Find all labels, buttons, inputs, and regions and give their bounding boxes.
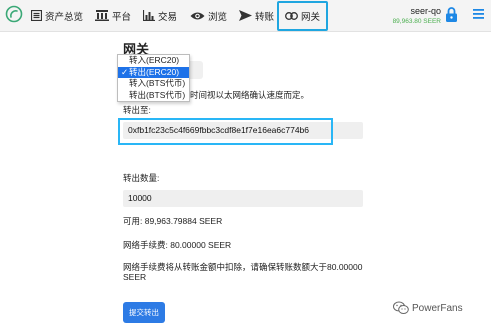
watermark: PowerFans (393, 301, 463, 315)
dropdown-option-withdraw-erc20[interactable]: ✓ 转出(ERC20) (118, 66, 189, 78)
gateway-type-dropdown[interactable]: 转入(ERC20) ✓ 转出(ERC20) 转入(BTS代币) 转出(BTS代币… (117, 54, 190, 102)
option-label: 转入(BTS代币) (129, 78, 186, 88)
confirmation-note: 时间视以太网络确认速度而定。 (190, 90, 310, 100)
active-nav-highlight (277, 1, 328, 31)
dropdown-option-deposit-erc20[interactable]: 转入(ERC20) (118, 55, 189, 67)
amount-label: 转出数量: (123, 173, 160, 183)
available-balance: 可用: 89,963.79884 SEER (123, 216, 223, 226)
bar-chart-icon (143, 10, 155, 21)
lock-icon[interactable] (446, 7, 457, 22)
checkmark-icon: ✓ (121, 66, 129, 77)
nav-item-transfer[interactable]: 转账 (239, 0, 274, 31)
dropdown-option-withdraw-bts[interactable]: 转出(BTS代币) (118, 90, 189, 102)
nav-item-label: 浏览 (208, 11, 228, 23)
address-highlight-box (118, 118, 333, 145)
app-logo-icon[interactable] (5, 5, 23, 23)
network-fee: 网络手续费: 80.00000 SEER (123, 240, 232, 250)
option-label: 转入(ERC20) (129, 55, 180, 65)
nav-item-label: 转账 (255, 11, 275, 23)
dropdown-option-deposit-bts[interactable]: 转入(BTS代币) (118, 78, 189, 90)
eye-icon (190, 12, 205, 19)
nav-item-label: 资产总览 (45, 11, 84, 23)
watermark-text: PowerFans (412, 302, 463, 314)
nav-item-trade[interactable]: 交易 (143, 0, 177, 31)
amount-input[interactable]: 10000 (123, 190, 363, 207)
option-label: 转出(ERC20) (129, 66, 180, 77)
option-label: 转出(BTS代币) (129, 89, 186, 100)
submit-withdraw-button[interactable]: 提交转出 (123, 302, 165, 323)
nav-item-label: 交易 (158, 11, 178, 23)
dashboard-icon (31, 10, 42, 21)
hamburger-menu-icon[interactable] (473, 9, 484, 19)
send-arrow-icon (239, 10, 252, 21)
account-info[interactable]: seer-qo 89,963.80 SEER (393, 6, 441, 26)
address-label: 转出至: (123, 105, 151, 115)
top-nav-bar: 资产总览 平台 交易 浏览 转账 网关 seer-qo 89,963.80 SE… (0, 0, 491, 32)
nav-item-label: 平台 (112, 11, 132, 23)
fee-warning: 网络手续费将从转账金额中扣除，请确保转账数额大于80.00000 SEER (123, 262, 363, 282)
nav-item-platform[interactable]: 平台 (95, 0, 131, 31)
wechat-icon (393, 301, 409, 314)
nav-item-browse[interactable]: 浏览 (190, 0, 227, 31)
account-name: seer-qo (410, 6, 441, 16)
nav-item-assets[interactable]: 资产总览 (31, 0, 83, 31)
account-balance: 89,963.80 SEER (392, 18, 441, 25)
exchange-platform-icon (95, 10, 109, 21)
